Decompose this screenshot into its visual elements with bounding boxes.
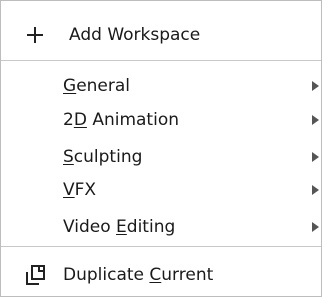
submenu-arrow-icon	[312, 222, 319, 232]
menu-separator	[1, 246, 321, 247]
menu-item-label: General	[63, 76, 131, 96]
duplicate-current-item[interactable]: Duplicate Current	[1, 257, 321, 293]
mnemonic-key: S	[63, 147, 74, 167]
submenu-arrow-icon	[312, 185, 319, 195]
add-workspace-item[interactable]: Add Workspace	[1, 17, 321, 53]
duplicate-current-label: Duplicate Current	[63, 265, 214, 285]
menu-separator	[1, 60, 321, 61]
workspace-context-menu: Add Workspace General 2D Animation Sculp…	[0, 0, 322, 297]
menu-item-2d-animation[interactable]: 2D Animation	[1, 102, 321, 138]
menu-item-vfx[interactable]: VFX	[1, 172, 321, 208]
submenu-arrow-icon	[312, 115, 319, 125]
plus-icon	[27, 27, 43, 43]
menu-item-label: 2D Animation	[63, 110, 179, 130]
mnemonic-key: C	[149, 265, 162, 285]
menu-item-label: Sculpting	[63, 147, 143, 167]
duplicate-icon	[26, 265, 45, 285]
menu-item-sculpting[interactable]: Sculpting	[1, 139, 321, 175]
menu-item-video-editing[interactable]: Video Editing	[1, 209, 321, 245]
add-workspace-label: Add Workspace	[69, 25, 201, 45]
mnemonic-key: E	[116, 217, 127, 237]
mnemonic-key: V	[63, 180, 75, 200]
submenu-arrow-icon	[312, 152, 319, 162]
menu-item-general[interactable]: General	[1, 68, 321, 104]
mnemonic-key: G	[63, 76, 77, 96]
submenu-arrow-icon	[312, 81, 319, 91]
menu-item-label: Video Editing	[63, 217, 176, 237]
mnemonic-key: D	[73, 110, 87, 130]
menu-item-label: VFX	[63, 180, 97, 200]
